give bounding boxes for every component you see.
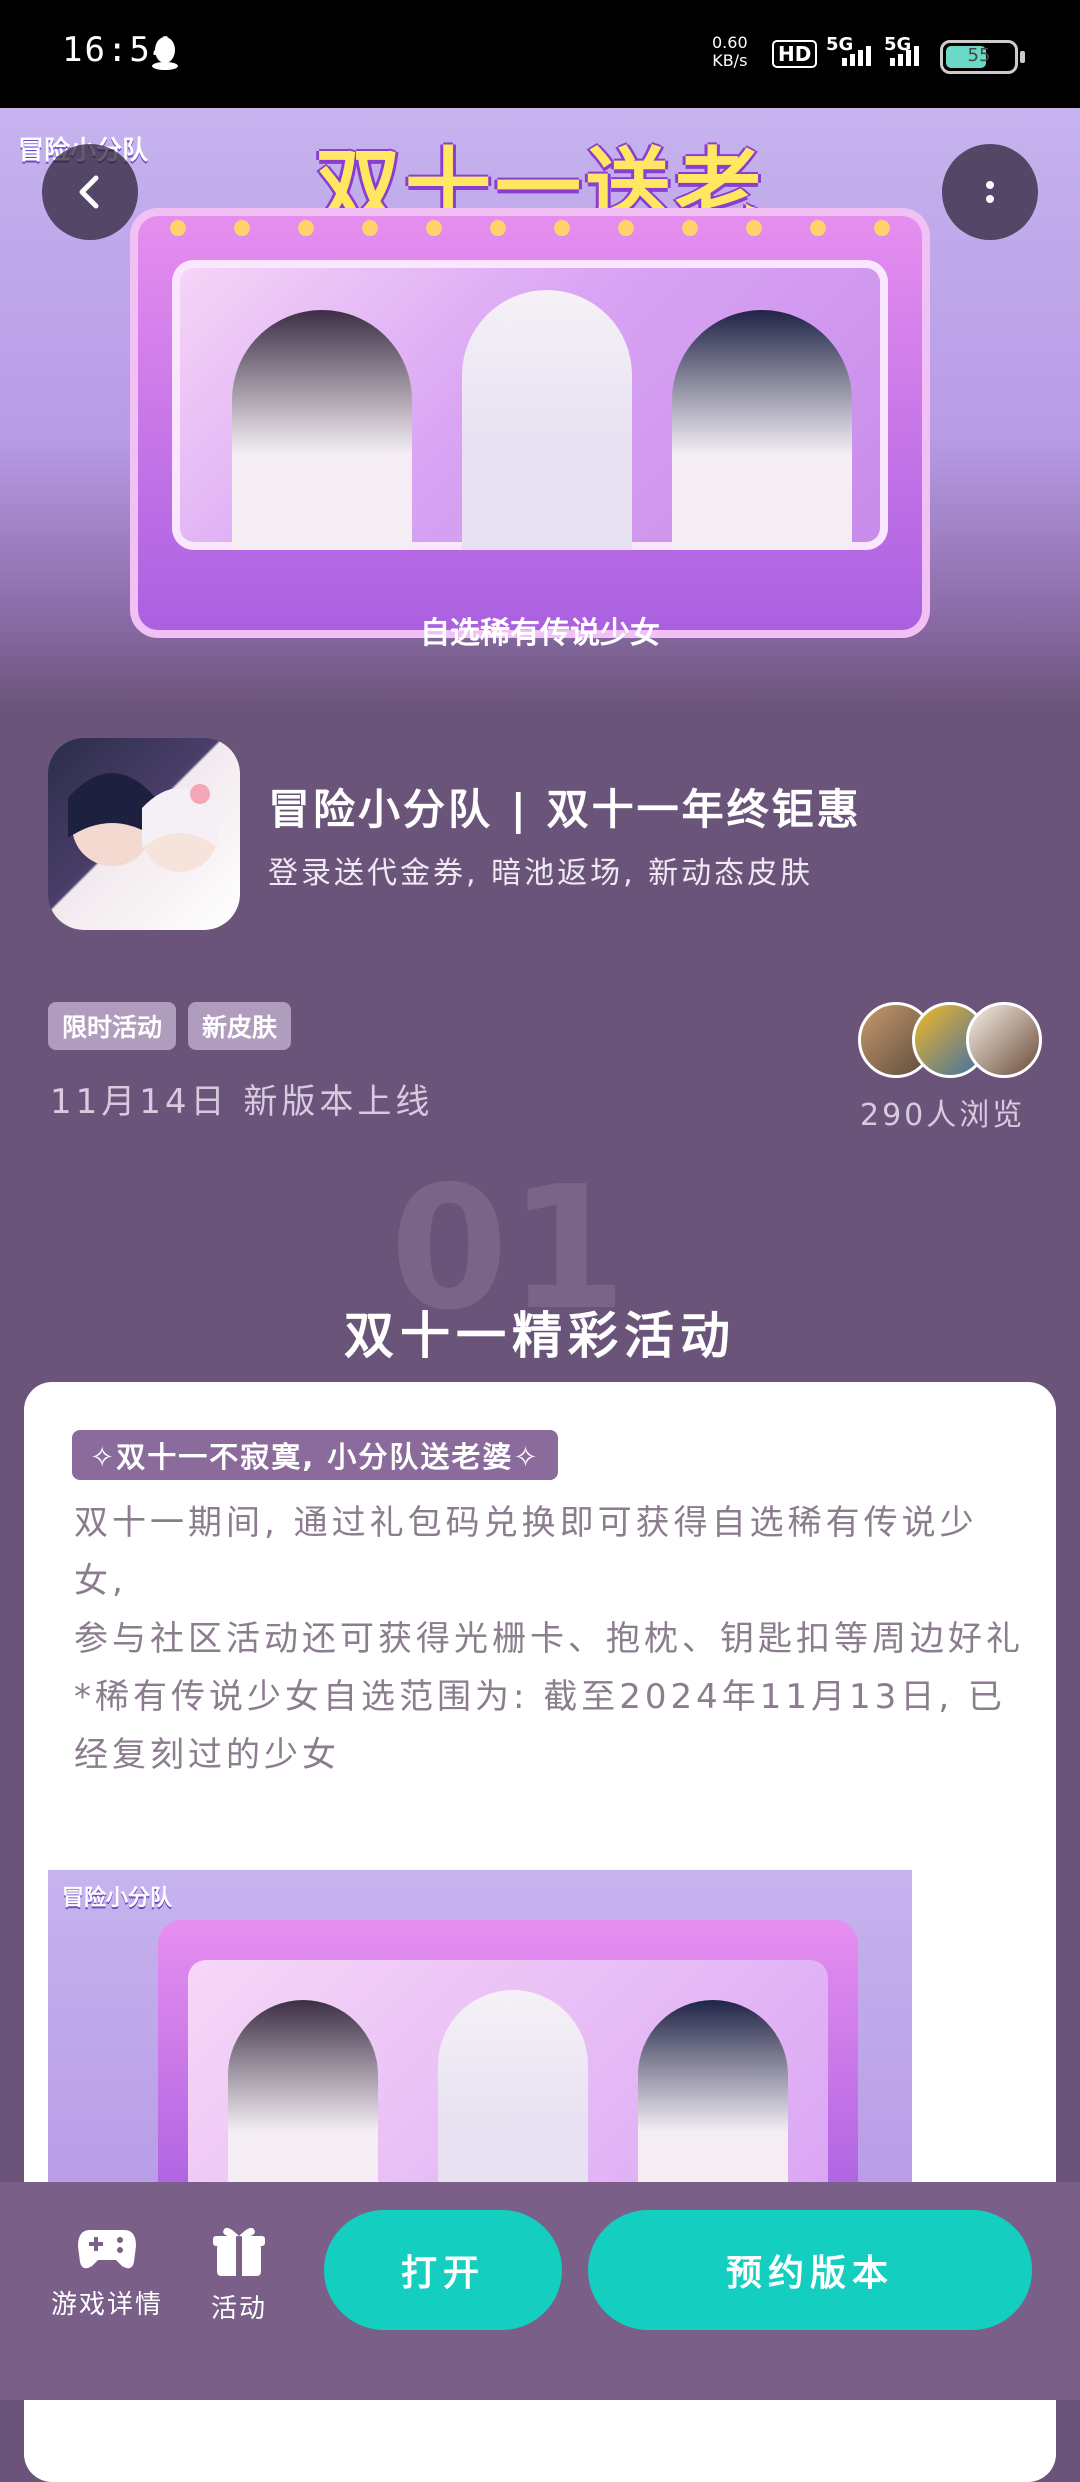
gift-icon <box>213 2227 265 2276</box>
more-vertical-icon <box>986 181 994 203</box>
battery-level: 55 <box>967 45 991 66</box>
card-line: 双十一期间, 通过礼包码兑换即可获得自选稀有传说少女, <box>74 1503 978 1601</box>
open-button[interactable]: 打开 <box>324 2210 562 2330</box>
qq-penguin-icon <box>152 37 178 70</box>
chevron-left-icon <box>79 175 99 209</box>
game-app-icon <box>48 738 240 930</box>
game-details-label: 游戏详情 <box>50 2290 163 2320</box>
back-button[interactable] <box>42 144 138 240</box>
app-title: 冒险小分队 | 双十一年终钜惠 <box>268 785 862 834</box>
section-title: 双十一精彩活动 <box>344 1307 736 1365</box>
gacha-machine-illustration <box>130 208 930 638</box>
network-speed: 0.60 KB/s <box>712 33 748 70</box>
tag-new-skin[interactable]: 新皮肤 <box>188 1002 292 1050</box>
tag-limited-event[interactable]: 限时活动 <box>48 1002 177 1050</box>
banner-caption: 自选稀有传说少女 <box>420 616 660 651</box>
status-bar: 16:54 0.60 KB/s HD 5G 5G 55 <box>0 0 1080 108</box>
view-count: 290人浏览 <box>860 1098 1026 1133</box>
card-heading-tag: ✧双十一不寂寞, 小分队送老婆✧ <box>72 1430 558 1480</box>
hero-banner: 冒险小分队 双十一送老婆! 自选稀有传说少女 <box>0 108 1080 708</box>
more-options-button[interactable] <box>942 144 1038 240</box>
card-line: *稀有传说少女自选范围为: 截至2024年11月13日, 已经复刻过的少女 <box>74 1677 1006 1775</box>
activity-banner-image[interactable]: 冒险小分队 <box>48 1870 912 2210</box>
viewer-avatars[interactable] <box>858 1002 1042 1078</box>
game-details-button[interactable]: 游戏详情 <box>42 2222 172 2321</box>
tag-list: 限时活动 新皮肤 <box>48 1002 292 1050</box>
battery-icon: 55 <box>940 40 1025 74</box>
card-description: 双十一期间, 通过礼包码兑换即可获得自选稀有传说少女, 参与社区活动还可获得光栅… <box>74 1494 1024 1784</box>
reserve-version-button[interactable]: 预约版本 <box>588 2210 1032 2330</box>
signal-bars-sim1-icon <box>842 46 871 66</box>
app-subtitle: 登录送代金券, 暗池返场, 新动态皮肤 <box>268 856 814 891</box>
card-line: 参与社区活动还可获得光栅卡、抱枕、钥匙扣等周边好礼 <box>74 1619 1024 1659</box>
hd-voice-icon: HD <box>772 40 818 68</box>
avatar <box>966 1002 1042 1078</box>
card-image-logo: 冒险小分队 <box>62 1886 173 1911</box>
gamepad-icon <box>78 2230 136 2269</box>
bottom-action-bar: 游戏详情 活动 打开 预约版本 <box>0 2182 1080 2400</box>
activity-label: 活动 <box>210 2294 267 2324</box>
activity-button[interactable]: 活动 <box>174 2222 304 2325</box>
signal-bars-sim2-icon <box>890 46 919 66</box>
release-date: 11月14日 新版本上线 <box>50 1082 434 1122</box>
